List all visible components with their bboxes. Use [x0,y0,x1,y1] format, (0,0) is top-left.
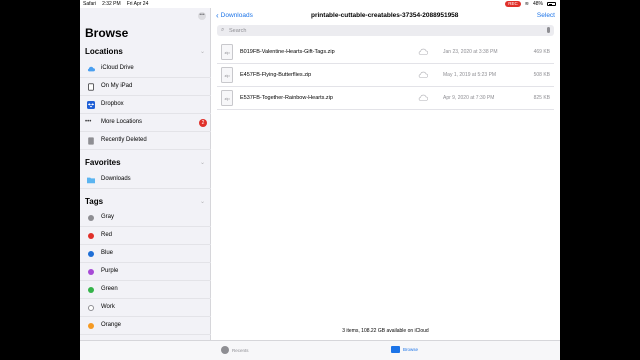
sidebar-item-dropbox[interactable]: Dropbox [80,96,211,114]
icloud-icon [87,66,95,72]
sidebar-item-label: Red [101,232,113,238]
tag-dot-icon [88,233,94,239]
sidebar-item-label: On My iPad [101,83,133,89]
tag-dot-icon [88,305,94,311]
sidebar-item-downloads[interactable]: Downloads [80,171,211,189]
file-name: E457FB-Flying-Butterflies.zip [240,72,312,78]
sidebar-item-on-my-ipad[interactable]: On My iPad [80,78,211,96]
sidebar-item-tag-work[interactable]: Work [80,299,211,317]
battery-percent: 48% [532,1,543,7]
wifi-icon: ≋ [524,1,529,7]
sidebar-item-label: Work [101,304,115,310]
sidebar-item-label: Green [101,286,118,292]
sidebar-item-more-locations[interactable]: ••• More Locations 2 [80,114,211,132]
tab-label: Browse [403,347,419,352]
chevron-down-icon[interactable]: ⌄ [200,48,205,55]
sidebar-item-tag-green[interactable]: Green [80,281,211,299]
more-options-icon[interactable]: ••• [198,12,206,20]
sidebar-item-label: Blue [101,250,114,256]
sidebar-item-tag-blue[interactable]: Blue [80,245,211,263]
tab-recents[interactable]: Recents [221,346,249,354]
sidebar-item-tag-purple[interactable]: Purple [80,263,211,281]
sidebar-item-tag-red[interactable]: Red [80,227,211,245]
ipad-icon [88,83,94,91]
file-date: Jan 23, 2020 at 3:38 PM [443,49,498,55]
zip-file-icon: zip [221,44,233,60]
chevron-down-icon[interactable]: ⌄ [200,159,205,166]
ipad-screen: Safari 2:32 PM Fri Apr 24 REC ≋ 48% ••• … [80,0,560,360]
back-button[interactable]: ‹ Downloads [216,10,253,20]
zip-file-icon: zip [221,67,233,83]
status-bar: Safari 2:32 PM Fri Apr 24 REC ≋ 48% [80,0,560,8]
file-size: 825 KB [533,95,550,101]
cloud-download-icon[interactable] [418,71,428,78]
clock-icon [221,346,229,354]
file-browser: ‹ Downloads printable-cuttable-creatable… [211,8,560,360]
sidebar-item-icloud-drive[interactable]: iCloud Drive [80,60,211,78]
sidebar-item-label: Dropbox [101,101,124,107]
battery-icon [547,2,556,6]
storage-info: 3 items, 108.22 GB available on iCloud [342,328,429,334]
ellipsis-icon: ••• [85,119,92,125]
status-app[interactable]: Safari [83,1,96,7]
search-bar[interactable]: ⌕ [217,25,554,36]
folder-icon [391,346,400,353]
file-row[interactable]: zip E457FB-Flying-Butterflies.zip May 1,… [217,64,554,87]
select-button[interactable]: Select [537,12,555,19]
sidebar-item-recently-deleted[interactable]: Recently Deleted [80,132,211,150]
status-time: 2:32 PM [102,1,121,7]
cloud-download-icon[interactable] [418,48,428,55]
file-size: 469 KB [533,49,550,55]
file-row[interactable]: zip E537FB-Together-Rainbow-Hearts.zip A… [217,87,554,110]
notification-badge: 2 [199,119,207,127]
zip-file-icon: zip [221,90,233,106]
sidebar-item-label: Purple [101,268,119,274]
sidebar: ••• Browse Locations ⌄ iCloud Drive On M… [80,8,211,360]
sidebar-item-label: Orange [101,322,122,328]
file-row[interactable]: zip B019FB-Valentine-Hearts-Gift-Tags.zi… [217,41,554,64]
sidebar-item-label: iCloud Drive [101,65,134,71]
tag-dot-icon [88,287,94,293]
search-icon: ⌕ [221,27,225,33]
tag-dot-icon [88,269,94,275]
tab-label: Recents [232,347,249,353]
folder-icon [87,177,95,184]
recording-indicator: REC [505,1,521,7]
locations-header[interactable]: Locations [85,47,123,56]
file-name: E537FB-Together-Rainbow-Hearts.zip [240,95,333,101]
sidebar-item-tag-gray[interactable]: Gray [80,209,211,227]
file-size: 508 KB [533,72,550,78]
chevron-down-icon[interactable]: ⌄ [200,198,205,205]
tab-bar: Recents Browse [80,340,560,360]
tab-browse[interactable]: Browse [391,346,418,353]
status-date: Fri Apr 24 [126,1,149,7]
sidebar-item-label: Downloads [101,176,131,182]
trash-icon [88,137,94,145]
tag-dot-icon [88,323,94,329]
sidebar-title: Browse [85,26,129,40]
favorites-header[interactable]: Favorites [85,158,121,167]
cloud-download-icon[interactable] [418,94,428,101]
tag-dot-icon [88,215,94,221]
tags-header[interactable]: Tags [85,197,103,206]
file-date: May 1, 2019 at 5:23 PM [443,72,497,78]
sidebar-item-label: Recently Deleted [101,137,147,143]
tag-dot-icon [88,251,94,257]
search-input[interactable] [229,26,529,35]
sidebar-item-tag-orange[interactable]: Orange [80,317,211,335]
folder-title: printable-cuttable-creatables-37354-2088… [311,12,459,19]
chevron-left-icon: ‹ [216,10,219,20]
sidebar-item-label: More Locations [101,119,143,125]
microphone-icon[interactable] [547,27,550,33]
back-button-label: Downloads [220,12,253,19]
file-name: B019FB-Valentine-Hearts-Gift-Tags.zip [240,49,335,55]
file-date: Apr 9, 2020 at 7:30 PM [443,95,495,101]
dropbox-icon [87,101,95,109]
sidebar-item-label: Gray [101,214,115,220]
